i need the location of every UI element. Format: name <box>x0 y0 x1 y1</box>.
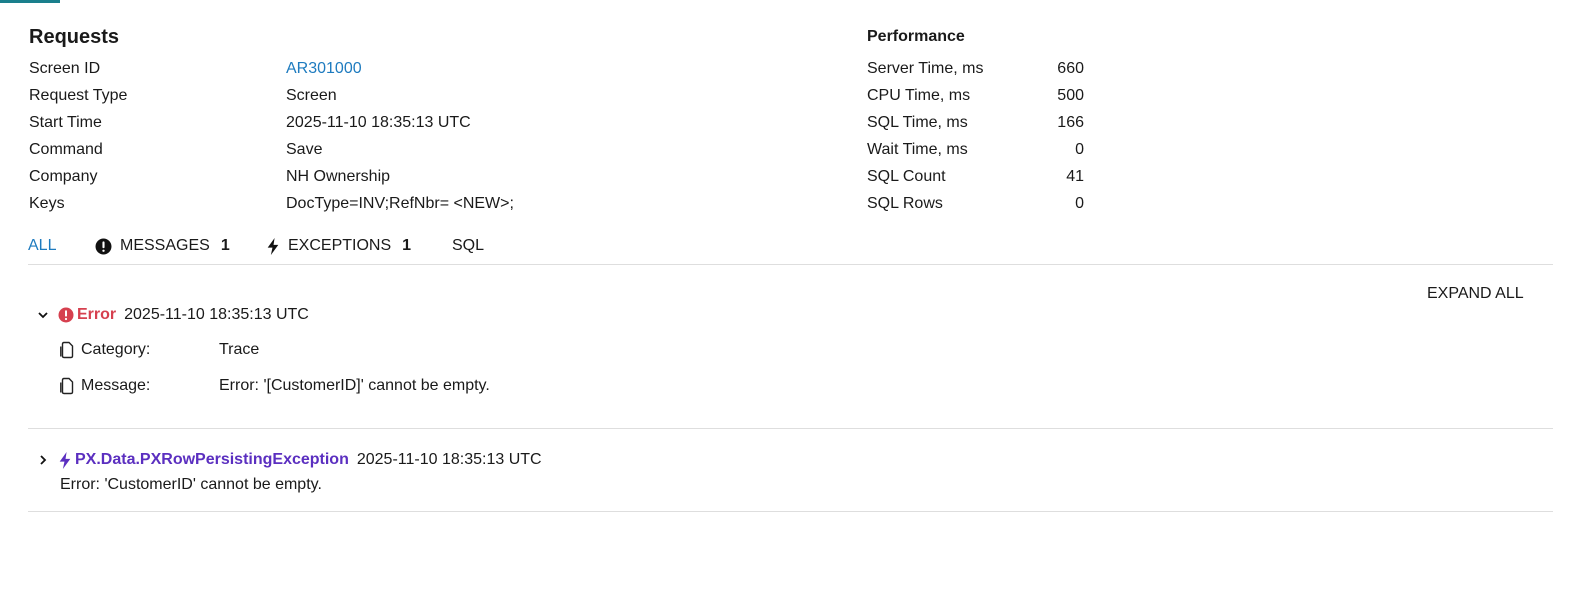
sql-rows-value: 0 <box>1075 195 1084 212</box>
performance-title: Performance <box>867 28 965 45</box>
message-value: Error: '[CustomerID]' cannot be empty. <box>219 377 490 394</box>
log-entry-exception: PX.Data.PXRowPersistingException 2025-11… <box>28 429 1553 512</box>
log-entry-error: Error 2025-11-10 18:35:13 UTC Category: … <box>28 300 1553 429</box>
start-time-label: Start Time <box>29 114 102 131</box>
cpu-time-label: CPU Time, ms <box>867 87 971 104</box>
exception-message: Error: 'CustomerID' cannot be empty. <box>60 476 322 493</box>
sql-time-row: SQL Time, ms 166 <box>867 109 1097 136</box>
category-value: Trace <box>219 341 260 358</box>
server-time-value: 660 <box>1057 60 1084 77</box>
tab-sql[interactable]: SQL <box>452 233 484 259</box>
chevron-down-icon[interactable] <box>37 309 51 321</box>
tab-exceptions-count: 1 <box>402 237 412 254</box>
exception-type-label[interactable]: PX.Data.PXRowPersistingException <box>75 451 349 469</box>
message-label: Message: <box>81 377 151 394</box>
sql-time-label: SQL Time, ms <box>867 114 968 131</box>
error-message-row: Message: Error: '[CustomerID]' cannot be… <box>59 375 490 397</box>
keys-label: Keys <box>29 195 65 212</box>
tab-exceptions-label: EXCEPTIONS <box>288 237 392 254</box>
screen-id-link[interactable]: AR301000 <box>286 55 362 82</box>
sql-time-value: 166 <box>1057 114 1084 131</box>
cpu-time-row: CPU Time, ms 500 <box>867 82 1097 109</box>
filter-tabs: ALL MESSAGES 1 EXCEPTIONS 1 SQL <box>28 233 1553 265</box>
error-category-row: Category: Trace <box>59 339 259 361</box>
lightning-icon <box>266 237 280 255</box>
wait-time-row: Wait Time, ms 0 <box>867 136 1097 163</box>
sql-count-row: SQL Count 41 <box>867 163 1097 190</box>
requests-section: Requests Screen ID AR301000 Request Type… <box>29 24 609 217</box>
sql-count-label: SQL Count <box>867 168 946 185</box>
sql-count-value: 41 <box>1066 168 1084 185</box>
tab-exceptions[interactable]: EXCEPTIONS 1 <box>266 233 411 259</box>
keys-row: Keys DocType=INV;RefNbr= <NEW>; <box>29 190 609 217</box>
server-time-row: Server Time, ms 660 <box>867 55 1097 82</box>
screen-id-label: Screen ID <box>29 60 101 77</box>
sql-rows-label: SQL Rows <box>867 195 943 212</box>
command-value: Save <box>286 141 323 158</box>
cpu-time-value: 500 <box>1057 87 1084 104</box>
error-circle-icon <box>58 307 74 323</box>
copy-icon[interactable] <box>59 377 75 395</box>
requests-title: Requests <box>29 26 120 48</box>
copy-icon[interactable] <box>59 341 75 359</box>
error-timestamp: 2025-11-10 18:35:13 UTC <box>124 306 309 323</box>
wait-time-value: 0 <box>1075 141 1084 158</box>
tab-messages[interactable]: MESSAGES 1 <box>95 233 230 259</box>
top-accent-bar <box>0 0 60 3</box>
category-label: Category: <box>81 341 151 358</box>
server-time-label: Server Time, ms <box>867 60 984 77</box>
command-label: Command <box>29 141 103 158</box>
screen-id-row: Screen ID AR301000 <box>29 55 609 82</box>
wait-time-label: Wait Time, ms <box>867 141 968 158</box>
tab-messages-label: MESSAGES <box>120 237 210 254</box>
error-entry-header: Error 2025-11-10 18:35:13 UTC <box>37 304 309 326</box>
keys-value: DocType=INV;RefNbr= <NEW>; <box>286 195 514 212</box>
performance-section: Performance Server Time, ms 660 CPU Time… <box>867 24 1097 217</box>
tab-messages-count: 1 <box>220 237 230 254</box>
exception-timestamp: 2025-11-10 18:35:13 UTC <box>356 451 542 468</box>
start-time-row: Start Time 2025-11-10 18:35:13 UTC <box>29 109 609 136</box>
sql-rows-row: SQL Rows 0 <box>867 190 1097 217</box>
start-time-value: 2025-11-10 18:35:13 UTC <box>286 114 471 131</box>
company-row: Company NH Ownership <box>29 163 609 190</box>
lightning-icon <box>58 451 72 469</box>
request-type-row: Request Type Screen <box>29 82 609 109</box>
request-type-label: Request Type <box>29 87 128 104</box>
exclamation-circle-icon <box>95 238 112 255</box>
company-label: Company <box>29 168 98 185</box>
request-type-value: Screen <box>286 87 337 104</box>
exception-entry-header: PX.Data.PXRowPersistingException 2025-11… <box>37 449 542 471</box>
error-level-label: Error <box>77 306 117 323</box>
tab-sql-label: SQL <box>452 237 485 254</box>
tab-all[interactable]: ALL <box>28 233 56 259</box>
tab-all-label: ALL <box>28 237 57 254</box>
command-row: Command Save <box>29 136 609 163</box>
chevron-right-icon[interactable] <box>37 454 51 466</box>
company-value: NH Ownership <box>286 168 391 185</box>
